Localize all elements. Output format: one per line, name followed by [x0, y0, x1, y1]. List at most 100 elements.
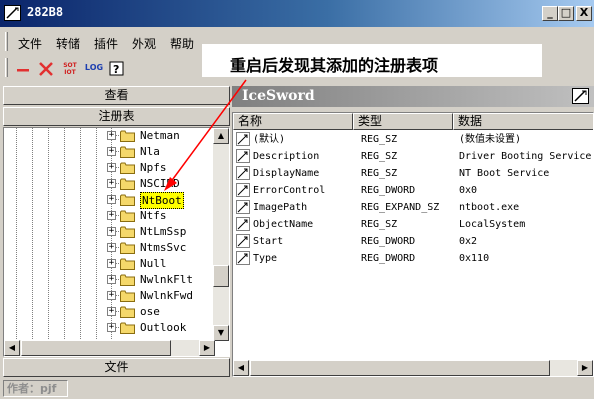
scroll-up-button[interactable]: ▲ — [213, 128, 229, 144]
scroll-left-button[interactable]: ◀ — [233, 360, 249, 376]
menu-appearance[interactable]: 外观 — [132, 35, 156, 52]
registry-button[interactable]: 注册表 — [3, 107, 230, 126]
tree-node-label[interactable]: NtmsSvc — [140, 240, 186, 255]
tree-horizontal-scrollbar[interactable]: ◀ ▶ — [4, 340, 215, 356]
minimize-button[interactable]: _ — [542, 6, 558, 21]
menu-help[interactable]: 帮助 — [170, 35, 194, 52]
scroll-right-button[interactable]: ▶ — [577, 360, 593, 376]
expand-icon[interactable]: + — [107, 179, 116, 188]
tree-node[interactable]: + Ntfs — [4, 208, 214, 224]
folder-icon — [120, 130, 135, 142]
tree-node-label[interactable]: NSCIRD — [140, 176, 180, 191]
app-icon — [4, 5, 21, 21]
expand-icon[interactable]: + — [107, 243, 116, 252]
tree-node-label[interactable]: ose — [140, 304, 160, 319]
expand-icon[interactable]: + — [107, 211, 116, 220]
close-button[interactable]: X — [576, 6, 592, 21]
registry-values-list[interactable]: 名称 类型 数据 (默认) REG_SZ (数值未设置) Description REG… — [232, 112, 594, 377]
file-button[interactable]: 文件 — [3, 358, 230, 377]
tree-node-label[interactable]: Null — [140, 256, 167, 271]
expand-icon[interactable]: + — [107, 147, 116, 156]
tree-node-label[interactable]: NtLmSsp — [140, 224, 186, 239]
value-name: (默认) — [253, 134, 286, 145]
scroll-thumb[interactable] — [21, 340, 171, 356]
column-header-data[interactable]: 数据 — [453, 113, 593, 130]
window-title: 282B8 — [27, 5, 64, 19]
tree-node[interactable]: + NtmsSvc — [4, 240, 214, 256]
registry-value-row[interactable]: ImagePath REG_EXPAND_SZ ntboot.exe — [233, 199, 593, 216]
folder-icon — [120, 290, 135, 302]
tree-node[interactable]: + Outlook — [4, 320, 214, 336]
tree-node[interactable]: + Null — [4, 256, 214, 272]
tree-node[interactable]: + NwlnkFlt — [4, 272, 214, 288]
column-header-type[interactable]: 类型 — [353, 113, 453, 130]
folder-icon — [120, 162, 135, 174]
registry-value-row[interactable]: DisplayName REG_SZ NT Boot Service — [233, 165, 593, 182]
registry-value-row[interactable]: (默认) REG_SZ (数值未设置) — [233, 131, 593, 148]
minus-icon[interactable] — [14, 60, 32, 78]
registry-value-row[interactable]: ObjectName REG_SZ LocalSystem — [233, 216, 593, 233]
expand-icon[interactable]: + — [107, 291, 116, 300]
registry-value-row[interactable]: Description REG_SZ Driver Booting Service — [233, 148, 593, 165]
expand-icon[interactable]: + — [107, 195, 116, 204]
tree-node-label[interactable]: Nla — [140, 144, 160, 159]
menu-plugins[interactable]: 插件 — [94, 35, 118, 52]
registry-value-row[interactable]: Type REG_DWORD 0x110 — [233, 250, 593, 267]
tree-node-label[interactable]: Npfs — [140, 160, 167, 175]
values-horizontal-scrollbar[interactable]: ◀ ▶ — [233, 360, 593, 376]
tree-node-label[interactable]: Netman — [140, 128, 180, 143]
value-type: REG_DWORD — [361, 253, 416, 264]
toolbar-grip[interactable] — [5, 58, 8, 77]
expand-icon[interactable]: + — [107, 131, 116, 140]
tree-node[interactable]: + NtLmSsp — [4, 224, 214, 240]
tree-node[interactable]: + Netman — [4, 128, 214, 144]
scroll-right-button[interactable]: ▶ — [199, 340, 215, 356]
tree-node[interactable]: + NSCIRD — [4, 176, 214, 192]
expand-icon[interactable] — [572, 88, 589, 104]
log-button[interactable]: LOG — [84, 60, 104, 78]
registry-value-row[interactable]: Start REG_DWORD 0x2 — [233, 233, 593, 250]
menu-grip[interactable] — [5, 32, 8, 51]
tree-node[interactable]: + ose — [4, 304, 214, 320]
tree-node[interactable]: + NtBoot — [4, 192, 214, 209]
tree-node-label[interactable]: Ntfs — [140, 208, 167, 223]
value-name: Description — [253, 151, 320, 162]
help-icon[interactable]: ? — [108, 60, 126, 78]
expand-icon[interactable]: + — [107, 275, 116, 284]
tree-node-label[interactable]: NwlnkFlt — [140, 272, 193, 287]
folder-icon — [120, 306, 135, 318]
swap-icon[interactable]: SOT IOT — [60, 60, 80, 78]
swap-label-top: SOT — [63, 62, 77, 69]
app-window: 282B8 _ □ X 文件 转储 插件 外观 帮助 SOT IOT LOG ? — [0, 0, 594, 399]
tree-vertical-scrollbar[interactable]: ▲ ▼ — [213, 128, 229, 341]
tree-node-label[interactable]: Outlook — [140, 320, 186, 335]
tree-node-label[interactable]: NwlnkFwd — [140, 288, 193, 303]
tree-node[interactable]: + Nla — [4, 144, 214, 160]
title-bar[interactable]: 282B8 _ □ X — [0, 0, 594, 27]
registry-value-icon — [236, 200, 250, 214]
folder-icon — [120, 322, 135, 334]
expand-icon[interactable]: + — [107, 307, 116, 316]
expand-icon[interactable]: + — [107, 227, 116, 236]
registry-value-row[interactable]: ErrorControl REG_DWORD 0x0 — [233, 182, 593, 199]
expand-icon[interactable]: + — [107, 163, 116, 172]
tree-node[interactable]: + NwlnkFwd — [4, 288, 214, 304]
expand-icon[interactable]: + — [107, 259, 116, 268]
scroll-down-button[interactable]: ▼ — [213, 325, 229, 341]
scroll-thumb[interactable] — [250, 360, 550, 376]
view-button[interactable]: 查看 — [3, 86, 230, 105]
x-icon[interactable] — [37, 60, 55, 78]
scroll-left-button[interactable]: ◀ — [4, 340, 20, 356]
registry-value-icon — [236, 251, 250, 265]
folder-icon — [120, 194, 135, 206]
expand-icon[interactable]: + — [107, 323, 116, 332]
registry-tree[interactable]: + Netman + Nla + Npfs + NSCIRD + NtBoot + Ntfs + NtLm… — [3, 127, 230, 357]
maximize-button[interactable]: □ — [558, 6, 574, 21]
column-header-name[interactable]: 名称 — [233, 113, 353, 130]
menu-dump[interactable]: 转储 — [56, 35, 80, 52]
tree-node[interactable]: + Npfs — [4, 160, 214, 176]
menu-file[interactable]: 文件 — [18, 35, 42, 52]
tree-node-label[interactable]: NtBoot — [140, 192, 184, 209]
scroll-thumb[interactable] — [213, 265, 229, 287]
icesword-header: IceSword — [232, 86, 594, 107]
